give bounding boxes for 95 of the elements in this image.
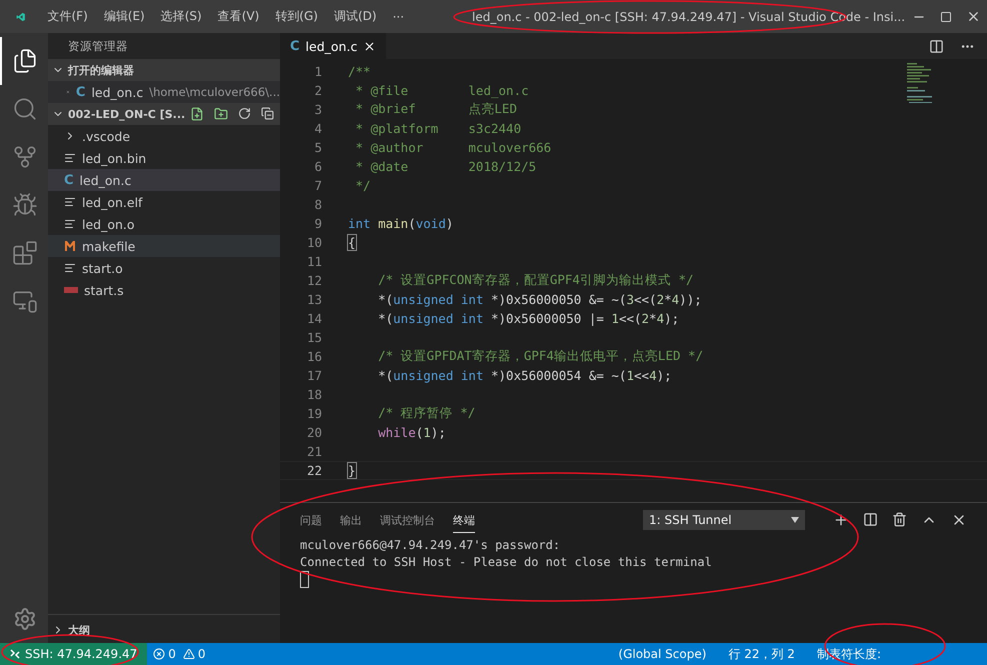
line-number: 13 <box>306 292 322 307</box>
text-file-icon <box>64 262 76 274</box>
code-line: * @platform s3c2440 <box>354 121 522 136</box>
file-item[interactable]: C led_on.c <box>48 169 280 191</box>
split-editor-icon[interactable] <box>929 38 944 54</box>
line-number: 21 <box>306 444 322 459</box>
c-file-icon: C <box>290 38 300 54</box>
dropdown-icon <box>791 517 799 523</box>
line-number: 10 <box>306 235 322 250</box>
line-number: 16 <box>306 349 322 364</box>
file-item[interactable]: start.o <box>48 257 280 279</box>
code-line: *(unsigned int *)0x56000050 |= 1<<(2*4); <box>377 311 680 326</box>
code-line: *(unsigned int *)0x56000054 &= ~(1<<4); <box>377 368 672 383</box>
editor-tab[interactable]: C led_on.c <box>280 33 386 59</box>
code-line: * @author mculover666 <box>354 140 552 155</box>
code-line: /** <box>348 64 371 79</box>
menu-item[interactable]: 编辑(E) <box>96 8 153 25</box>
code-line: /* 设置GPFDAT寄存器，GPF4输出低电平，点亮LED */ <box>377 348 704 365</box>
code-line: * @file led_on.c <box>354 83 529 98</box>
minimap-drawing <box>905 63 935 103</box>
text-file-icon <box>64 152 76 164</box>
section-label: 002-LED_ON-C [S... <box>68 108 186 120</box>
status-item[interactable]: (Global Scope) <box>612 647 712 661</box>
line-number: 14 <box>306 311 322 326</box>
line-number: 7 <box>313 178 322 193</box>
terminal-select[interactable]: 1: SSH Tunnel <box>643 510 805 530</box>
terminal-cursor <box>300 571 309 588</box>
status-item[interactable]: 行 22，列 2 <box>722 646 801 662</box>
code-line: * @date 2018/12/5 <box>354 159 536 174</box>
menu-item[interactable]: 选择(S) <box>152 8 210 25</box>
text-file-icon <box>64 218 76 230</box>
add-icon[interactable] <box>833 512 849 528</box>
remote-indicator[interactable]: SSH: 47.94.249.47 <box>0 643 148 665</box>
more-menu[interactable]: ··· <box>384 10 412 24</box>
c-file-icon: C <box>64 172 74 188</box>
line-number: 8 <box>313 197 322 212</box>
maximize-icon[interactable] <box>940 10 952 22</box>
problems-indicator[interactable]: 0 0 <box>147 647 212 661</box>
section-header[interactable]: 002-LED_ON-C [S... <box>48 103 280 125</box>
line-number: 22 <box>306 463 322 478</box>
terminal-line: Connected to SSH Host - Please do not close this terminal <box>300 554 713 571</box>
file-item[interactable]: makefile <box>48 235 280 257</box>
code-line: *(unsigned int *)0x56000050 &= ~(3<<(2*4)); <box>377 292 702 307</box>
line-number: 12 <box>306 273 322 288</box>
makefile-icon <box>64 240 76 252</box>
trash-icon[interactable] <box>892 512 907 527</box>
line-number: 3 <box>313 102 322 117</box>
assembly-file-icon <box>64 287 78 293</box>
line-number: 5 <box>313 140 322 155</box>
section-header[interactable]: 打开的编辑器 <box>48 59 280 81</box>
code-line: int main(void) <box>348 216 454 231</box>
panel-tab[interactable]: 终端 <box>453 507 475 533</box>
line-number: 9 <box>313 216 322 231</box>
line-number: 17 <box>306 368 322 383</box>
menu-item[interactable]: 转到(G) <box>267 8 326 25</box>
panel-tab[interactable]: 输出 <box>340 507 362 533</box>
line-number: 20 <box>306 425 322 440</box>
line-number: 6 <box>313 159 322 174</box>
line-number: 18 <box>306 387 322 402</box>
new-folder-icon[interactable] <box>214 107 228 121</box>
remote-icon <box>10 649 20 659</box>
code-line: /* 设置GPFCON寄存器，配置GPF4引脚为输出模式 */ <box>377 272 694 289</box>
menu-item[interactable]: 查看(V) <box>210 8 268 25</box>
code-line: while(1); <box>377 425 446 440</box>
collapse-icon[interactable] <box>261 107 274 120</box>
line-number: 19 <box>306 406 322 421</box>
file-item[interactable]: led_on.bin <box>48 147 280 169</box>
code-line: /* 程序暂停 */ <box>377 405 476 422</box>
file-item[interactable]: led_on.o <box>48 213 280 235</box>
menu-item[interactable]: 文件(F) <box>40 8 96 25</box>
file-item[interactable]: led_on.elf <box>48 191 280 213</box>
open-editor-item[interactable]: C led_on.c \home\mculover666\... <box>48 81 280 103</box>
file-item[interactable]: .vscode <box>48 125 280 147</box>
line-number: 15 <box>306 330 322 345</box>
line-number: 11 <box>306 254 322 269</box>
code-line: } <box>348 463 356 478</box>
terminal-line: mculover666@47.94.249.47's password: <box>300 537 562 554</box>
refresh-icon[interactable] <box>238 107 251 120</box>
line-number: 2 <box>313 83 322 98</box>
code-line: * @brief 点亮LED <box>354 101 517 118</box>
panel-tab[interactable]: 调试控制台 <box>380 507 435 533</box>
c-file-icon: C <box>76 84 86 100</box>
menu-item[interactable]: 调试(D) <box>326 8 385 25</box>
sidebar-title: 资源管理器 <box>67 38 129 54</box>
text-file-icon <box>64 196 76 208</box>
panel-tab[interactable]: 问题 <box>300 507 322 533</box>
new-file-icon[interactable] <box>190 107 204 121</box>
code-line: { <box>348 235 356 250</box>
split-terminal-icon[interactable] <box>863 512 878 527</box>
section-label: 打开的编辑器 <box>68 62 134 78</box>
close-icon[interactable] <box>363 40 376 52</box>
line-number: 4 <box>313 121 322 136</box>
code-line: */ <box>354 178 371 193</box>
file-item[interactable]: start.s <box>48 279 280 301</box>
line-number: 1 <box>313 64 322 79</box>
